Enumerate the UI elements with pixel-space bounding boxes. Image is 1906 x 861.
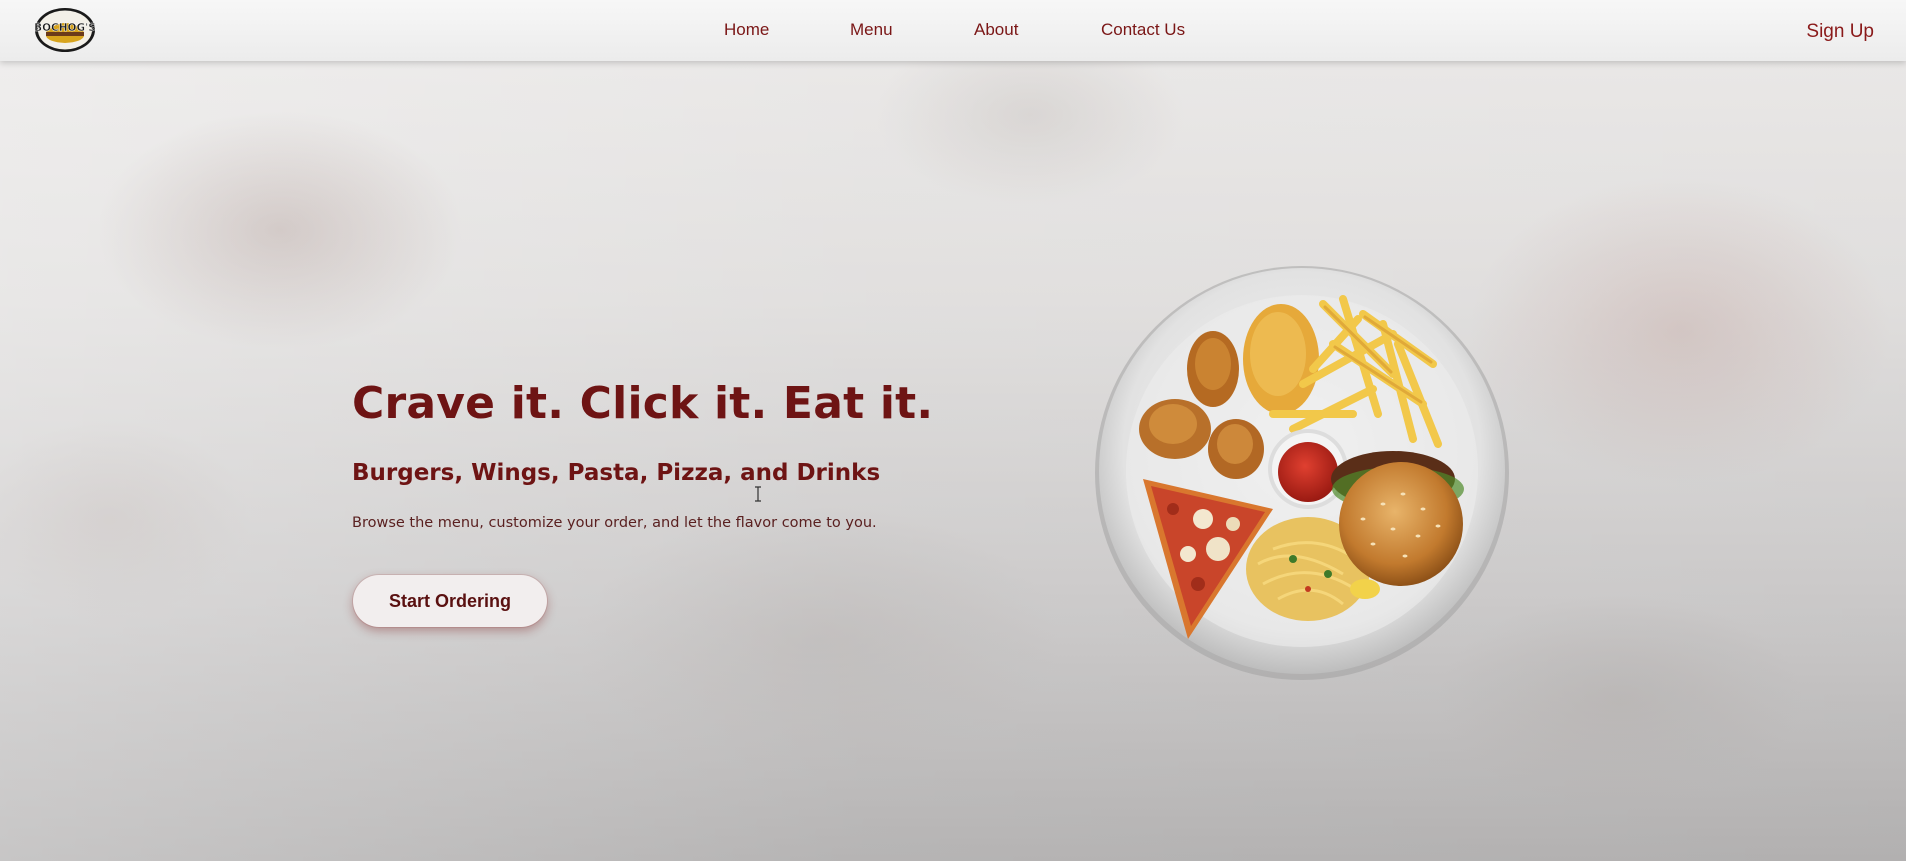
- hero-background: [0, 0, 1906, 861]
- navbar: BOCHOG'S Home Menu About Contact Us Sign…: [0, 0, 1906, 61]
- nav-links: Home Menu About Contact Us: [0, 20, 1906, 42]
- nav-link-about[interactable]: About: [974, 20, 1018, 40]
- hero-description: Browse the menu, customize your order, a…: [352, 515, 877, 531]
- start-ordering-button[interactable]: Start Ordering: [353, 575, 547, 627]
- text-cursor-icon: [754, 486, 762, 502]
- hero-subtitle: Burgers, Wings, Pasta, Pizza, and Drinks: [352, 460, 881, 486]
- food-plate-image: [1093, 264, 1511, 682]
- nav-link-contact[interactable]: Contact Us: [1101, 20, 1185, 40]
- signup-link[interactable]: Sign Up: [1806, 21, 1874, 43]
- nav-link-home[interactable]: Home: [724, 20, 769, 40]
- hero-title: Crave it. Click it. Eat it.: [352, 378, 934, 429]
- nav-link-menu[interactable]: Menu: [850, 20, 893, 40]
